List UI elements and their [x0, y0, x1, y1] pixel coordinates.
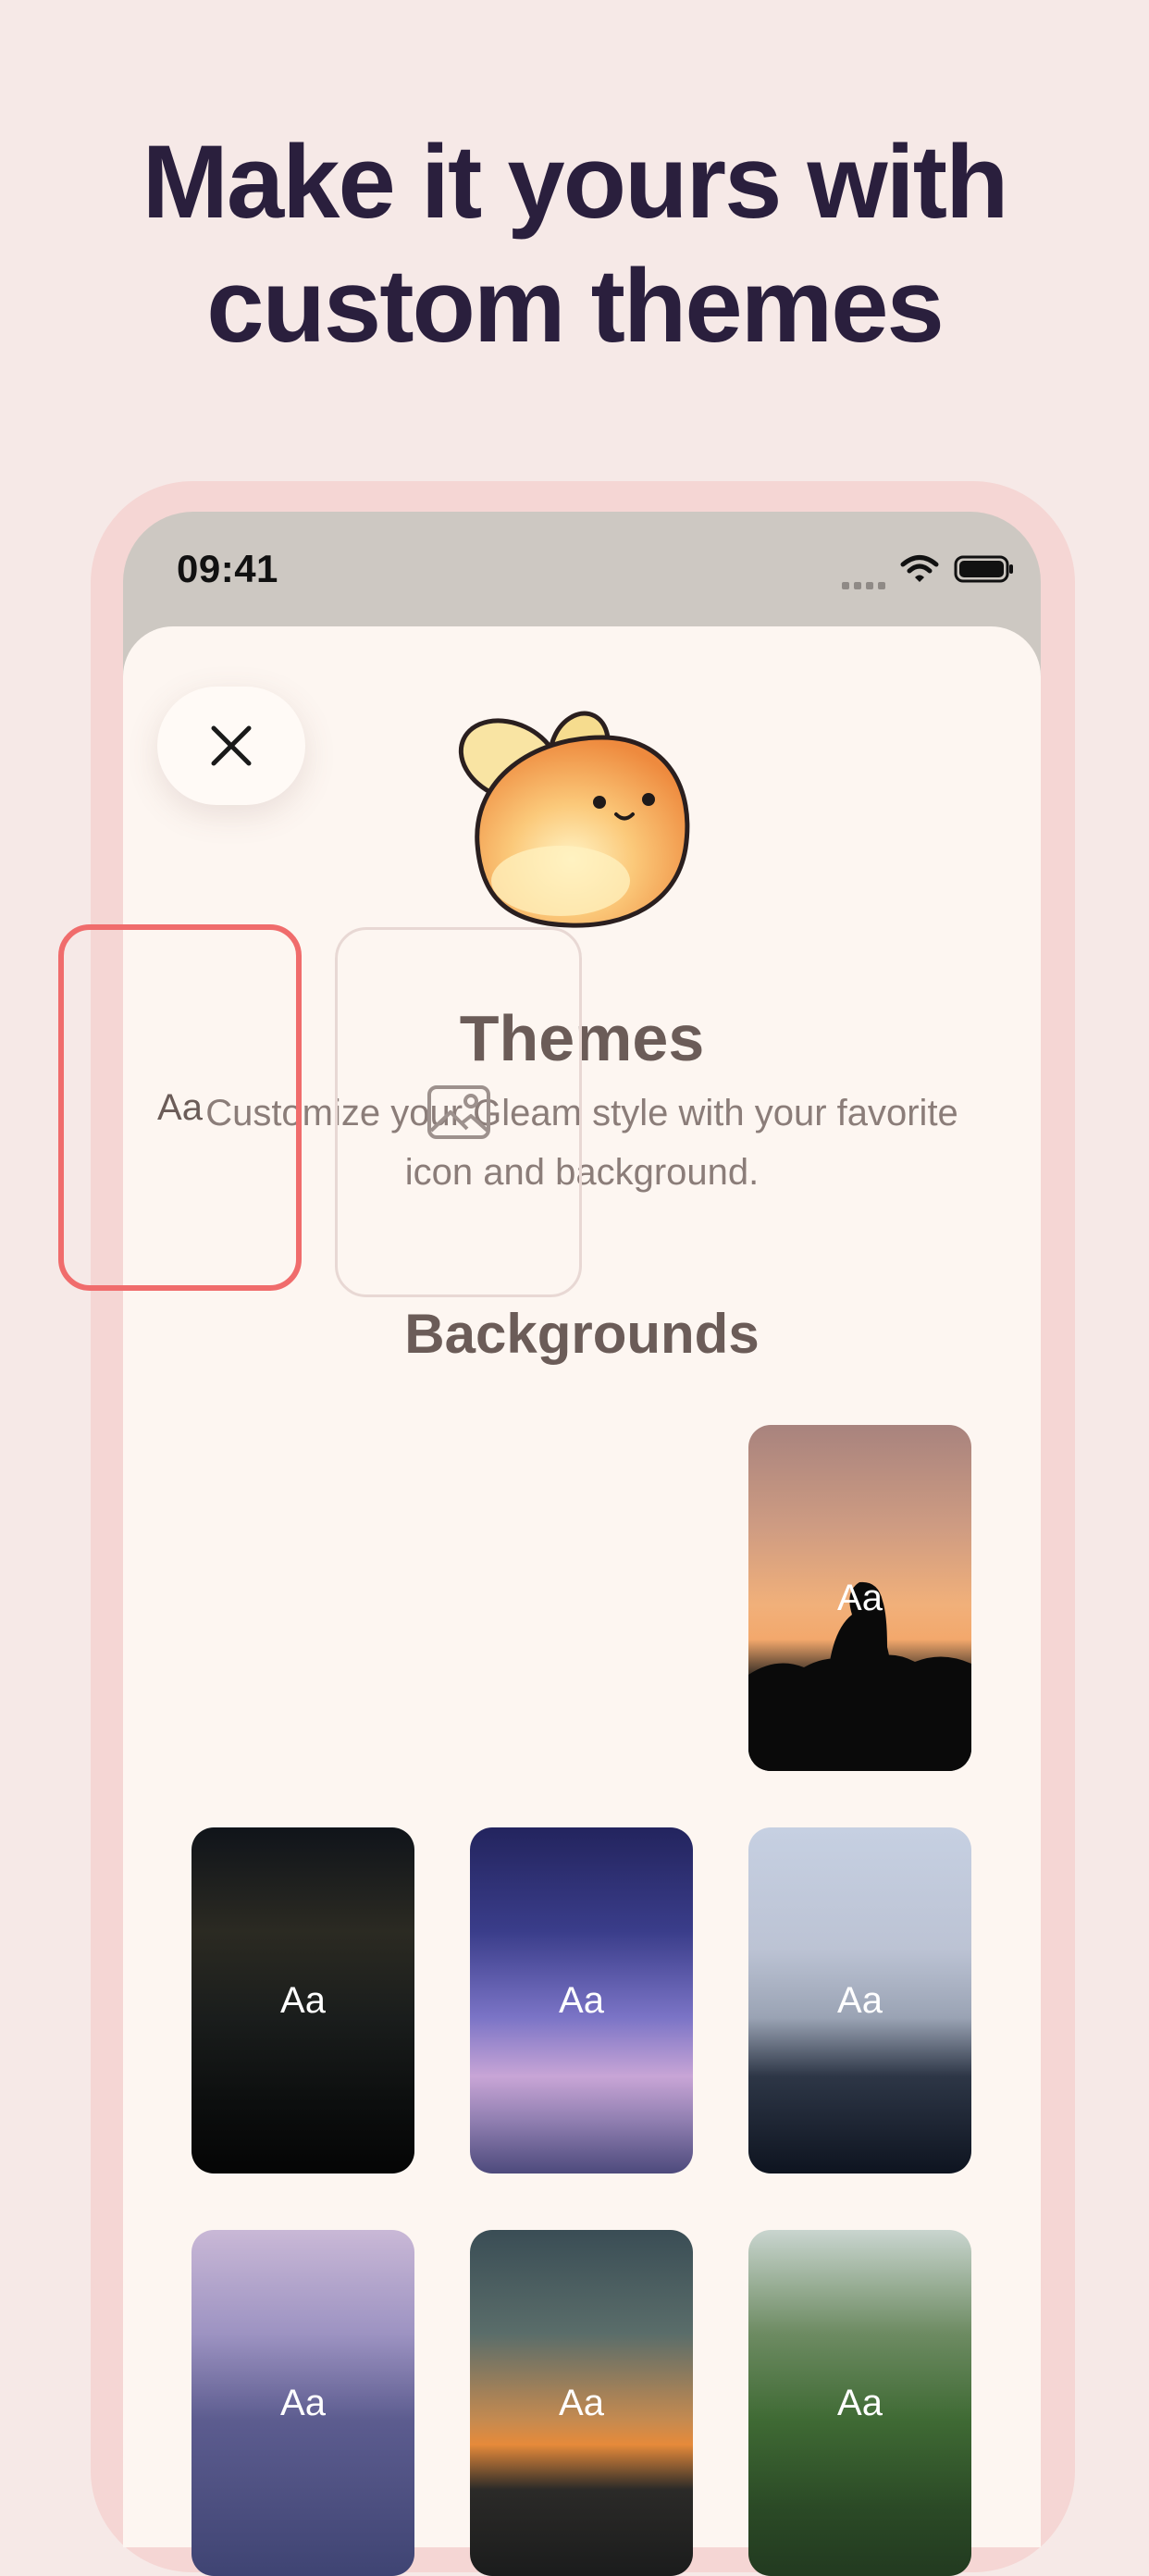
wifi-icon	[900, 555, 939, 582]
tile-label: Aa	[837, 2382, 883, 2423]
background-tile-water[interactable]: Aa	[192, 1827, 414, 2174]
background-tile-trees[interactable]: Aa	[748, 2230, 971, 2576]
background-tile-purple-sky[interactable]: Aa	[470, 1827, 693, 2174]
headline: Make it yours with custom themes	[0, 120, 1149, 368]
status-time: 09:41	[177, 547, 278, 590]
status-bar: 09:41	[123, 512, 1041, 626]
tile-label: Aa	[559, 1979, 604, 2021]
battery-icon	[954, 555, 1013, 583]
image-icon	[426, 1085, 490, 1139]
background-tile-plain[interactable]: Aa	[68, 935, 291, 1281]
backgrounds-heading: Backgrounds	[404, 1303, 760, 1365]
gleam-mascot-icon	[458, 711, 690, 928]
tile-label: Aa	[157, 1086, 203, 1128]
close-button[interactable]	[157, 687, 305, 805]
close-icon	[211, 725, 252, 766]
background-tile-clouds[interactable]: Aa	[192, 2230, 414, 2576]
tile-label: Aa	[837, 1979, 883, 2021]
background-tile-flower[interactable]: Aa	[748, 1827, 971, 2174]
background-tile-upload[interactable]	[335, 927, 582, 1297]
headline-line-2: custom themes	[206, 248, 945, 364]
tile-label: Aa	[559, 2382, 604, 2423]
background-tile-sunset[interactable]: Aa	[748, 1425, 971, 1771]
cellular-signal-icon	[842, 549, 885, 589]
status-icons	[842, 549, 1015, 589]
headline-line-1: Make it yours with	[142, 124, 1009, 240]
tile-label: Aa	[280, 2382, 326, 2423]
background-tile-ocean-sunset[interactable]: Aa	[470, 2230, 693, 2576]
tile-label: Aa	[280, 1979, 326, 2021]
tile-label: Aa	[837, 1577, 883, 1618]
